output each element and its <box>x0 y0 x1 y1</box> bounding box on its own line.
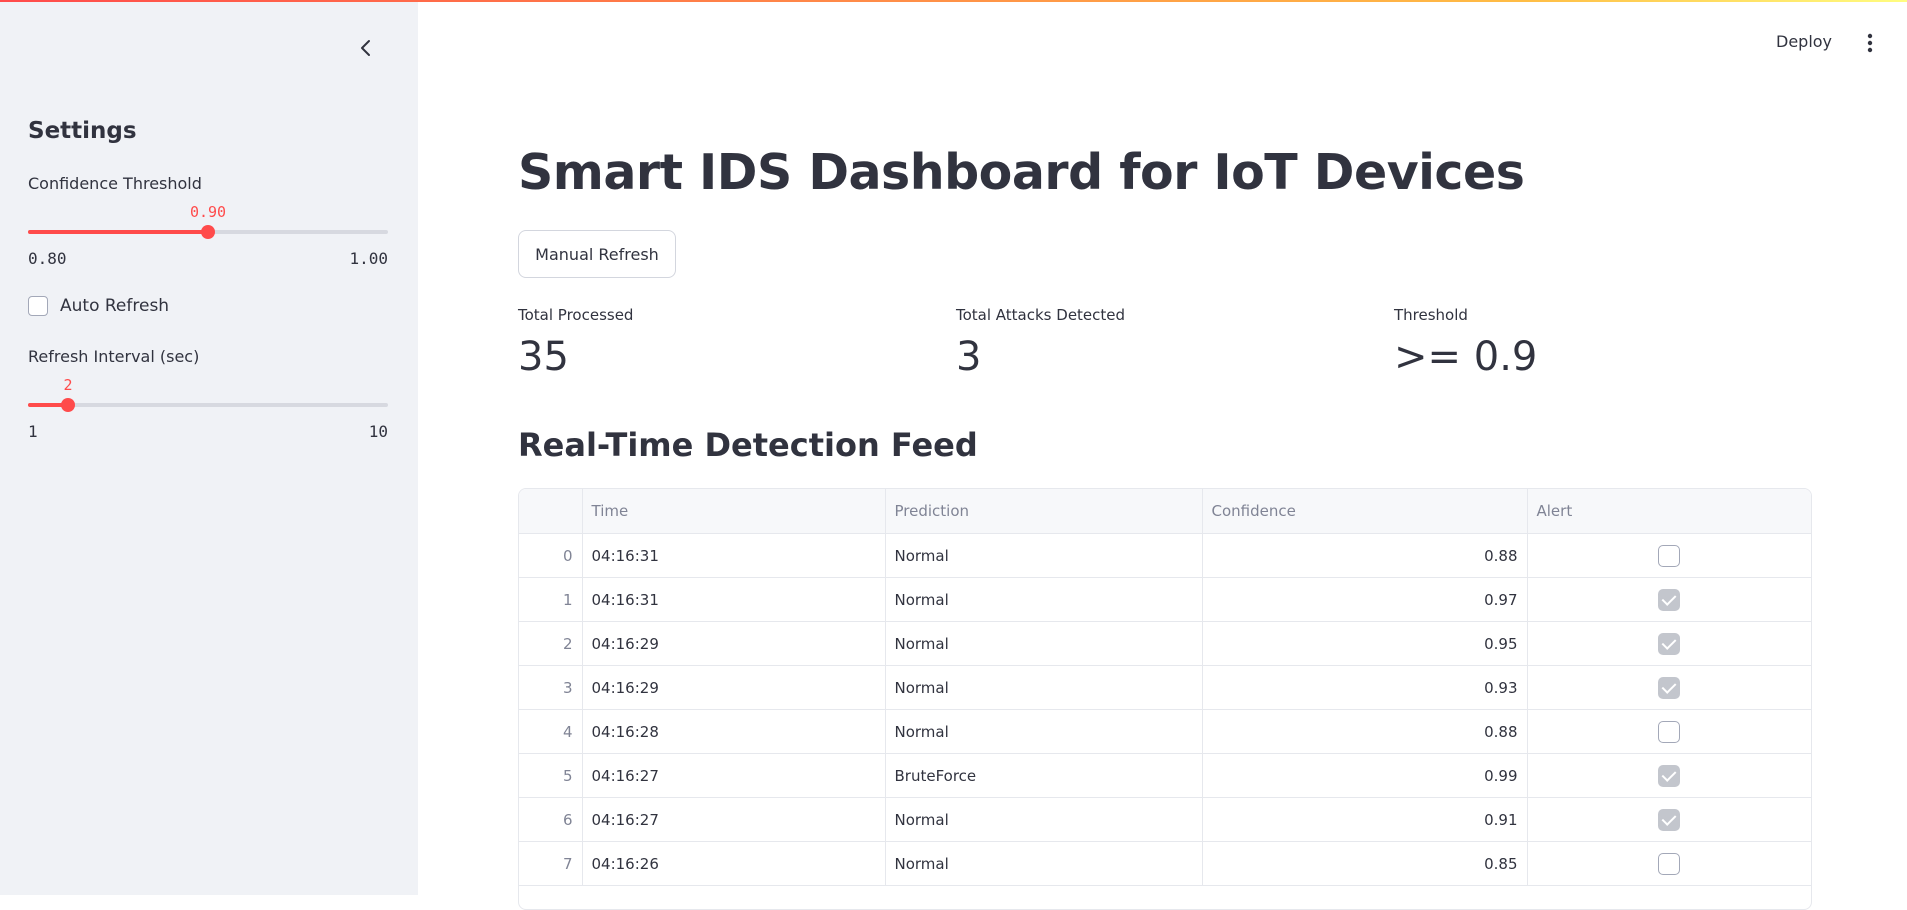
time-cell[interactable]: 04:16:31 <box>582 577 886 622</box>
column-header-time[interactable]: Time <box>582 489 886 534</box>
checkbox-checked-icon[interactable] <box>1658 764 1681 787</box>
time-cell[interactable]: 04:16:29 <box>582 665 886 710</box>
prediction-cell[interactable]: Normal <box>885 841 1203 886</box>
confidence-cell[interactable]: 0.97 <box>1202 577 1528 622</box>
alert-cell[interactable] <box>1527 621 1811 666</box>
deploy-button[interactable]: Deploy <box>1776 32 1832 51</box>
slider-current-value: 0.90 <box>189 203 227 221</box>
header-decoration-bar <box>0 0 1907 2</box>
time-cell[interactable]: 04:16:28 <box>582 709 886 754</box>
kebab-menu-icon <box>1867 33 1873 57</box>
column-header-alert[interactable]: Alert <box>1527 489 1811 534</box>
sidebar: Settings Confidence Threshold 0.90 0.80 … <box>0 0 418 895</box>
alert-cell[interactable] <box>1527 533 1811 578</box>
table-row[interactable]: 2 04:16:29 Normal 0.95 <box>519 621 1811 666</box>
prediction-cell[interactable]: Normal <box>885 665 1203 710</box>
manual-refresh-button[interactable]: Manual Refresh <box>518 230 676 278</box>
column-header-confidence[interactable]: Confidence <box>1202 489 1528 534</box>
checkbox-checked-icon[interactable] <box>1658 588 1681 611</box>
row-index-cell[interactable]: 2 <box>519 621 583 666</box>
row-index-cell[interactable]: 5 <box>519 753 583 798</box>
main-menu-button[interactable] <box>1862 33 1878 57</box>
row-index-cell[interactable]: 6 <box>519 797 583 842</box>
alert-cell[interactable] <box>1527 797 1811 842</box>
alert-cell[interactable] <box>1527 841 1811 886</box>
confidence-threshold-slider[interactable]: 0.90 0.80 1.00 <box>28 203 388 268</box>
alert-cell[interactable] <box>1527 665 1811 710</box>
prediction-cell[interactable]: Normal <box>885 797 1203 842</box>
table-row[interactable]: 4 04:16:28 Normal 0.88 <box>519 709 1811 754</box>
prediction-cell[interactable]: Normal <box>885 533 1203 578</box>
collapse-sidebar-button[interactable] <box>352 36 380 64</box>
column-header-prediction[interactable]: Prediction <box>885 489 1203 534</box>
page-title: Smart IDS Dashboard for IoT Devices <box>518 144 1525 201</box>
checkbox-checked-icon[interactable] <box>1658 632 1681 655</box>
table-row[interactable]: 0 04:16:31 Normal 0.88 <box>519 533 1811 578</box>
time-cell[interactable]: 04:16:29 <box>582 621 886 666</box>
slider-track <box>28 403 388 407</box>
chevron-left-icon <box>359 39 373 61</box>
prediction-cell[interactable]: BruteForce <box>885 753 1203 798</box>
sidebar-heading: Settings <box>28 118 137 144</box>
confidence-cell[interactable]: 0.95 <box>1202 621 1528 666</box>
alert-cell[interactable] <box>1527 709 1811 754</box>
auto-refresh-label: Auto Refresh <box>60 296 170 316</box>
time-cell[interactable]: 04:16:27 <box>582 797 886 842</box>
row-index-cell[interactable]: 7 <box>519 841 583 886</box>
checkbox-unchecked-icon[interactable] <box>1658 852 1681 875</box>
feed-section-title: Real-Time Detection Feed <box>518 426 978 464</box>
prediction-cell[interactable]: Normal <box>885 577 1203 622</box>
alert-cell[interactable] <box>1527 577 1811 622</box>
metric-value-total-attacks: 3 <box>956 334 982 380</box>
slider-max-label: 1.00 <box>349 249 388 268</box>
alert-cell[interactable] <box>1527 753 1811 798</box>
checkbox-unchecked-icon[interactable] <box>1658 720 1681 743</box>
table-row[interactable]: 1 04:16:31 Normal 0.97 <box>519 577 1811 622</box>
detection-feed-table[interactable]: Time Prediction Confidence Alert 0 04:16:… <box>518 488 1812 910</box>
confidence-threshold-label: Confidence Threshold <box>28 174 202 193</box>
confidence-cell[interactable]: 0.91 <box>1202 797 1528 842</box>
confidence-cell[interactable]: 0.88 <box>1202 533 1528 578</box>
row-index-cell[interactable]: 0 <box>519 533 583 578</box>
slider-current-value: 2 <box>63 376 73 394</box>
checkbox-unchecked-icon[interactable] <box>1658 544 1681 567</box>
table-row[interactable]: 5 04:16:27 BruteForce 0.99 <box>519 753 1811 798</box>
refresh-interval-slider[interactable]: 2 1 10 <box>28 376 388 441</box>
time-cell[interactable]: 04:16:31 <box>582 533 886 578</box>
checkbox-icon[interactable] <box>28 296 48 316</box>
confidence-cell[interactable]: 0.99 <box>1202 753 1528 798</box>
checkbox-checked-icon[interactable] <box>1658 808 1681 831</box>
metric-label-total-processed: Total Processed <box>518 306 634 324</box>
auto-refresh-checkbox[interactable]: Auto Refresh <box>28 296 169 316</box>
table-row[interactable]: 6 04:16:27 Normal 0.91 <box>519 797 1811 842</box>
row-index-cell[interactable]: 3 <box>519 665 583 710</box>
confidence-cell[interactable]: 0.88 <box>1202 709 1528 754</box>
table-header-row: Time Prediction Confidence Alert <box>519 489 1811 534</box>
table-row[interactable]: 7 04:16:26 Normal 0.85 <box>519 841 1811 886</box>
slider-thumb[interactable] <box>201 225 215 239</box>
column-header-index[interactable] <box>519 489 583 534</box>
row-index-cell[interactable]: 4 <box>519 709 583 754</box>
confidence-cell[interactable]: 0.85 <box>1202 841 1528 886</box>
confidence-cell[interactable]: 0.93 <box>1202 665 1528 710</box>
metric-value-threshold: >= 0.9 <box>1394 334 1538 380</box>
slider-fill <box>28 230 208 234</box>
checkbox-checked-icon[interactable] <box>1658 676 1681 699</box>
time-cell[interactable]: 04:16:27 <box>582 753 886 798</box>
prediction-cell[interactable]: Normal <box>885 621 1203 666</box>
slider-max-label: 10 <box>368 422 388 441</box>
metric-label-total-attacks: Total Attacks Detected <box>956 306 1126 324</box>
slider-min-label: 0.80 <box>28 249 67 268</box>
slider-min-label: 1 <box>28 422 38 441</box>
prediction-cell[interactable]: Normal <box>885 709 1203 754</box>
time-cell[interactable]: 04:16:26 <box>582 841 886 886</box>
slider-thumb[interactable] <box>61 398 75 412</box>
metric-value-total-processed: 35 <box>518 334 569 380</box>
refresh-interval-label: Refresh Interval (sec) <box>28 347 200 366</box>
row-index-cell[interactable]: 1 <box>519 577 583 622</box>
metric-label-threshold: Threshold <box>1394 306 1468 324</box>
table-row[interactable]: 3 04:16:29 Normal 0.93 <box>519 665 1811 710</box>
